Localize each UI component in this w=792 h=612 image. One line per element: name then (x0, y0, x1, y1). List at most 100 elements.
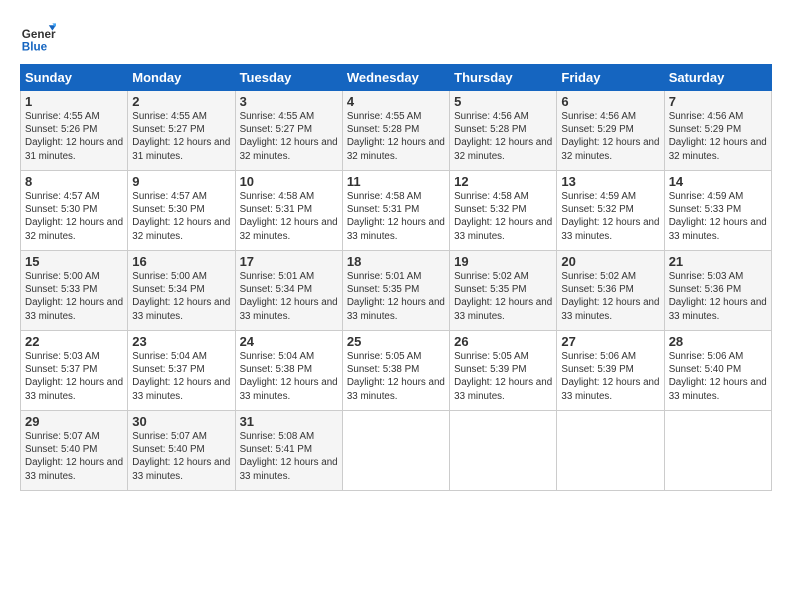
weekday-header: Monday (128, 65, 235, 91)
calendar-cell: 10 Sunrise: 4:58 AMSunset: 5:31 PMDaylig… (235, 171, 342, 251)
svg-text:General: General (22, 28, 56, 41)
day-detail: Sunrise: 5:00 AMSunset: 5:33 PMDaylight:… (25, 270, 123, 323)
day-detail: Sunrise: 4:56 AMSunset: 5:29 PMDaylight:… (561, 110, 659, 163)
day-number: 1 (25, 94, 123, 109)
day-detail: Sunrise: 5:03 AMSunset: 5:36 PMDaylight:… (669, 270, 767, 323)
day-number: 6 (561, 94, 659, 109)
calendar-cell (557, 411, 664, 491)
calendar-cell: 29 Sunrise: 5:07 AMSunset: 5:40 PMDaylig… (21, 411, 128, 491)
day-number: 4 (347, 94, 445, 109)
calendar-cell: 15 Sunrise: 5:00 AMSunset: 5:33 PMDaylig… (21, 251, 128, 331)
day-detail: Sunrise: 4:55 AMSunset: 5:26 PMDaylight:… (25, 110, 123, 163)
page: General Blue SundayMondayTuesdayWednesda… (0, 0, 792, 503)
day-detail: Sunrise: 4:55 AMSunset: 5:28 PMDaylight:… (347, 110, 445, 163)
calendar-cell: 22 Sunrise: 5:03 AMSunset: 5:37 PMDaylig… (21, 331, 128, 411)
day-number: 11 (347, 174, 445, 189)
calendar-cell: 24 Sunrise: 5:04 AMSunset: 5:38 PMDaylig… (235, 331, 342, 411)
day-detail: Sunrise: 4:58 AMSunset: 5:31 PMDaylight:… (347, 190, 445, 243)
calendar-cell: 23 Sunrise: 5:04 AMSunset: 5:37 PMDaylig… (128, 331, 235, 411)
day-number: 21 (669, 254, 767, 269)
day-detail: Sunrise: 5:00 AMSunset: 5:34 PMDaylight:… (132, 270, 230, 323)
day-number: 13 (561, 174, 659, 189)
calendar-cell: 13 Sunrise: 4:59 AMSunset: 5:32 PMDaylig… (557, 171, 664, 251)
day-number: 27 (561, 334, 659, 349)
day-number: 26 (454, 334, 552, 349)
header: General Blue (20, 18, 772, 54)
calendar-cell: 25 Sunrise: 5:05 AMSunset: 5:38 PMDaylig… (342, 331, 449, 411)
day-number: 28 (669, 334, 767, 349)
weekday-header: Friday (557, 65, 664, 91)
calendar-cell: 17 Sunrise: 5:01 AMSunset: 5:34 PMDaylig… (235, 251, 342, 331)
day-number: 17 (240, 254, 338, 269)
day-detail: Sunrise: 4:55 AMSunset: 5:27 PMDaylight:… (240, 110, 338, 163)
calendar-cell: 19 Sunrise: 5:02 AMSunset: 5:35 PMDaylig… (450, 251, 557, 331)
day-detail: Sunrise: 4:57 AMSunset: 5:30 PMDaylight:… (132, 190, 230, 243)
calendar-cell: 18 Sunrise: 5:01 AMSunset: 5:35 PMDaylig… (342, 251, 449, 331)
day-number: 25 (347, 334, 445, 349)
day-detail: Sunrise: 4:58 AMSunset: 5:31 PMDaylight:… (240, 190, 338, 243)
day-number: 18 (347, 254, 445, 269)
day-detail: Sunrise: 5:07 AMSunset: 5:40 PMDaylight:… (132, 430, 230, 483)
day-detail: Sunrise: 5:01 AMSunset: 5:35 PMDaylight:… (347, 270, 445, 323)
calendar-cell: 20 Sunrise: 5:02 AMSunset: 5:36 PMDaylig… (557, 251, 664, 331)
day-number: 22 (25, 334, 123, 349)
day-detail: Sunrise: 5:04 AMSunset: 5:37 PMDaylight:… (132, 350, 230, 403)
day-number: 15 (25, 254, 123, 269)
calendar-cell: 11 Sunrise: 4:58 AMSunset: 5:31 PMDaylig… (342, 171, 449, 251)
calendar-cell: 9 Sunrise: 4:57 AMSunset: 5:30 PMDayligh… (128, 171, 235, 251)
calendar-cell: 7 Sunrise: 4:56 AMSunset: 5:29 PMDayligh… (664, 91, 771, 171)
day-detail: Sunrise: 5:03 AMSunset: 5:37 PMDaylight:… (25, 350, 123, 403)
day-number: 14 (669, 174, 767, 189)
day-detail: Sunrise: 5:02 AMSunset: 5:36 PMDaylight:… (561, 270, 659, 323)
svg-text:Blue: Blue (22, 40, 48, 53)
day-detail: Sunrise: 5:06 AMSunset: 5:40 PMDaylight:… (669, 350, 767, 403)
day-detail: Sunrise: 5:07 AMSunset: 5:40 PMDaylight:… (25, 430, 123, 483)
weekday-header: Sunday (21, 65, 128, 91)
weekday-header: Thursday (450, 65, 557, 91)
calendar-cell: 26 Sunrise: 5:05 AMSunset: 5:39 PMDaylig… (450, 331, 557, 411)
calendar-cell: 21 Sunrise: 5:03 AMSunset: 5:36 PMDaylig… (664, 251, 771, 331)
day-detail: Sunrise: 5:04 AMSunset: 5:38 PMDaylight:… (240, 350, 338, 403)
day-detail: Sunrise: 4:57 AMSunset: 5:30 PMDaylight:… (25, 190, 123, 243)
day-detail: Sunrise: 5:05 AMSunset: 5:38 PMDaylight:… (347, 350, 445, 403)
day-detail: Sunrise: 5:08 AMSunset: 5:41 PMDaylight:… (240, 430, 338, 483)
calendar-cell (450, 411, 557, 491)
day-detail: Sunrise: 5:02 AMSunset: 5:35 PMDaylight:… (454, 270, 552, 323)
calendar-table: SundayMondayTuesdayWednesdayThursdayFrid… (20, 64, 772, 491)
day-number: 10 (240, 174, 338, 189)
calendar-cell: 31 Sunrise: 5:08 AMSunset: 5:41 PMDaylig… (235, 411, 342, 491)
day-detail: Sunrise: 4:58 AMSunset: 5:32 PMDaylight:… (454, 190, 552, 243)
calendar-cell: 12 Sunrise: 4:58 AMSunset: 5:32 PMDaylig… (450, 171, 557, 251)
calendar-cell: 3 Sunrise: 4:55 AMSunset: 5:27 PMDayligh… (235, 91, 342, 171)
calendar-cell (342, 411, 449, 491)
calendar-cell: 28 Sunrise: 5:06 AMSunset: 5:40 PMDaylig… (664, 331, 771, 411)
day-detail: Sunrise: 4:56 AMSunset: 5:28 PMDaylight:… (454, 110, 552, 163)
day-number: 9 (132, 174, 230, 189)
day-number: 12 (454, 174, 552, 189)
calendar-cell: 5 Sunrise: 4:56 AMSunset: 5:28 PMDayligh… (450, 91, 557, 171)
calendar-cell: 14 Sunrise: 4:59 AMSunset: 5:33 PMDaylig… (664, 171, 771, 251)
day-number: 24 (240, 334, 338, 349)
day-number: 30 (132, 414, 230, 429)
weekday-header: Wednesday (342, 65, 449, 91)
day-detail: Sunrise: 5:01 AMSunset: 5:34 PMDaylight:… (240, 270, 338, 323)
day-number: 8 (25, 174, 123, 189)
day-number: 23 (132, 334, 230, 349)
calendar-cell: 27 Sunrise: 5:06 AMSunset: 5:39 PMDaylig… (557, 331, 664, 411)
day-number: 19 (454, 254, 552, 269)
day-detail: Sunrise: 4:56 AMSunset: 5:29 PMDaylight:… (669, 110, 767, 163)
day-number: 16 (132, 254, 230, 269)
day-detail: Sunrise: 4:59 AMSunset: 5:33 PMDaylight:… (669, 190, 767, 243)
day-number: 29 (25, 414, 123, 429)
day-number: 3 (240, 94, 338, 109)
calendar-cell (664, 411, 771, 491)
day-detail: Sunrise: 5:06 AMSunset: 5:39 PMDaylight:… (561, 350, 659, 403)
weekday-header: Tuesday (235, 65, 342, 91)
day-number: 20 (561, 254, 659, 269)
logo-icon: General Blue (20, 18, 56, 54)
calendar-cell: 16 Sunrise: 5:00 AMSunset: 5:34 PMDaylig… (128, 251, 235, 331)
day-detail: Sunrise: 4:55 AMSunset: 5:27 PMDaylight:… (132, 110, 230, 163)
logo: General Blue (20, 18, 60, 54)
day-detail: Sunrise: 4:59 AMSunset: 5:32 PMDaylight:… (561, 190, 659, 243)
calendar-cell: 6 Sunrise: 4:56 AMSunset: 5:29 PMDayligh… (557, 91, 664, 171)
